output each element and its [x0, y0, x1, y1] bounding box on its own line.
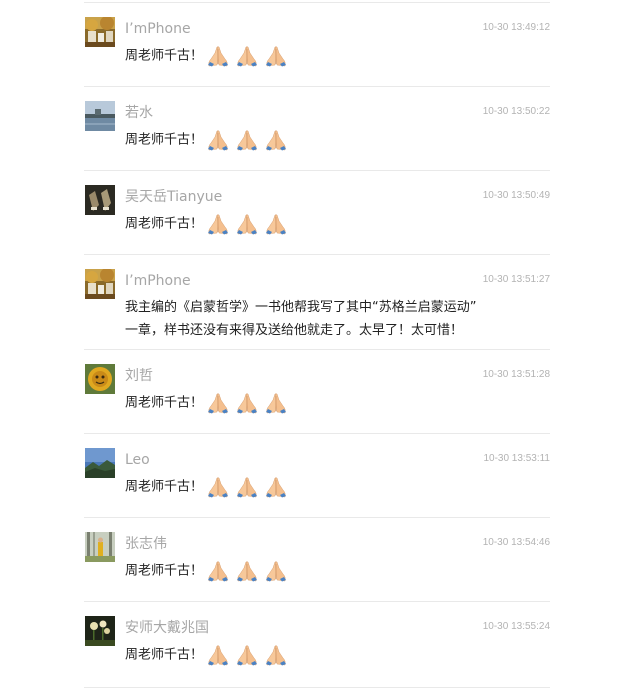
pray-icon	[237, 46, 258, 67]
avatar[interactable]	[85, 101, 115, 131]
pray-icon	[266, 645, 287, 666]
timestamp: 10-30 13:54:46	[482, 537, 550, 548]
comment-item: I’mPhone 10-30 13:51:27 我主编的《启蒙哲学》一书他帮我写了其…	[84, 255, 550, 350]
pray-icon	[266, 214, 287, 235]
nickname[interactable]: 若水	[125, 103, 153, 123]
pray-icon	[208, 393, 229, 414]
comment-item: 吴天岳Tianyue 10-30 13:50:49 周老师千古！	[84, 171, 550, 255]
comment-content: 周老师千古！	[125, 44, 545, 68]
comment-item: I’mPhone 10-30 13:49:12 周老师千古！	[84, 3, 550, 87]
comment-text-line: 一章，样书还没有来得及送给他就走了。太早了！太可惜！	[125, 323, 464, 338]
timestamp: 10-30 13:55:24	[482, 621, 550, 632]
pray-icon	[237, 130, 258, 151]
comment-content: 周老师千古！	[125, 128, 545, 152]
timestamp: 10-30 13:49:12	[482, 22, 550, 33]
comment-content: 我主编的《启蒙哲学》一书他帮我写了其中“苏格兰启蒙运动” 一章，样书还没有来得及送…	[125, 296, 545, 342]
pray-icon	[266, 393, 287, 414]
avatar[interactable]	[85, 185, 115, 215]
comments-container: I’mPhone 10-30 13:49:12 周老师千古！ 若水 10-30 13:…	[84, 3, 550, 688]
comment-text: 周老师千古！	[125, 395, 204, 411]
avatar[interactable]	[85, 616, 115, 646]
comment-text: 周老师千古！	[125, 479, 204, 495]
nickname[interactable]: I’mPhone	[125, 19, 191, 39]
pray-icon	[266, 46, 287, 67]
comment-item: 若水 10-30 13:50:22 周老师千古！	[84, 87, 550, 171]
pray-icon	[237, 393, 258, 414]
pray-icon	[208, 561, 229, 582]
pray-icon	[237, 561, 258, 582]
pray-icon	[237, 477, 258, 498]
comment-content: 周老师千古！	[125, 643, 545, 667]
avatar[interactable]	[85, 532, 115, 562]
comment-text: 周老师千古！	[125, 48, 204, 64]
pray-icon	[266, 561, 287, 582]
comment-item: Leo 10-30 13:53:11 周老师千古！	[84, 434, 550, 518]
timestamp: 10-30 13:53:11	[483, 453, 550, 464]
pray-icon	[237, 645, 258, 666]
comment-content: 周老师千古！	[125, 212, 545, 236]
comment-content: 周老师千古！	[125, 391, 545, 415]
comment-text: 周老师千古！	[125, 132, 204, 148]
nickname[interactable]: 刘哲	[125, 366, 153, 386]
avatar[interactable]	[85, 364, 115, 394]
nickname[interactable]: I’mPhone	[125, 271, 191, 291]
nickname[interactable]: 吴天岳Tianyue	[125, 187, 222, 207]
comment-item: 张志伟 10-30 13:54:46 周老师千古！	[84, 518, 550, 602]
pray-icon	[237, 214, 258, 235]
comment-item: 刘哲 10-30 13:51:28 周老师千古！	[84, 350, 550, 434]
comment-content: 周老师千古！	[125, 475, 545, 499]
comment-text: 周老师千古！	[125, 216, 204, 232]
comment-list: I’mPhone 10-30 13:49:12 周老师千古！ 若水 10-30 13:…	[84, 0, 550, 688]
pray-icon	[208, 477, 229, 498]
comment-text: 周老师千古！	[125, 647, 204, 663]
avatar[interactable]	[85, 17, 115, 47]
comment-text-line: 我主编的《启蒙哲学》一书他帮我写了其中“苏格兰启蒙运动”	[125, 300, 477, 315]
pray-icon	[208, 130, 229, 151]
avatar[interactable]	[85, 448, 115, 478]
pray-icon	[208, 46, 229, 67]
pray-icon	[208, 645, 229, 666]
nickname[interactable]: 安师大戴兆国	[125, 618, 209, 638]
pray-icon	[266, 477, 287, 498]
pray-icon	[266, 130, 287, 151]
nickname[interactable]: 张志伟	[125, 534, 167, 554]
avatar[interactable]	[85, 269, 115, 299]
timestamp: 10-30 13:51:27	[482, 274, 550, 285]
comment-content: 周老师千古！	[125, 559, 545, 583]
timestamp: 10-30 13:50:22	[482, 106, 550, 117]
timestamp: 10-30 13:50:49	[482, 190, 550, 201]
nickname[interactable]: Leo	[125, 450, 150, 470]
comment-item: 安师大戴兆国 10-30 13:55:24 周老师千古！	[84, 602, 550, 688]
comment-text: 周老师千古！	[125, 563, 204, 579]
pray-icon	[208, 214, 229, 235]
timestamp: 10-30 13:51:28	[482, 369, 550, 380]
